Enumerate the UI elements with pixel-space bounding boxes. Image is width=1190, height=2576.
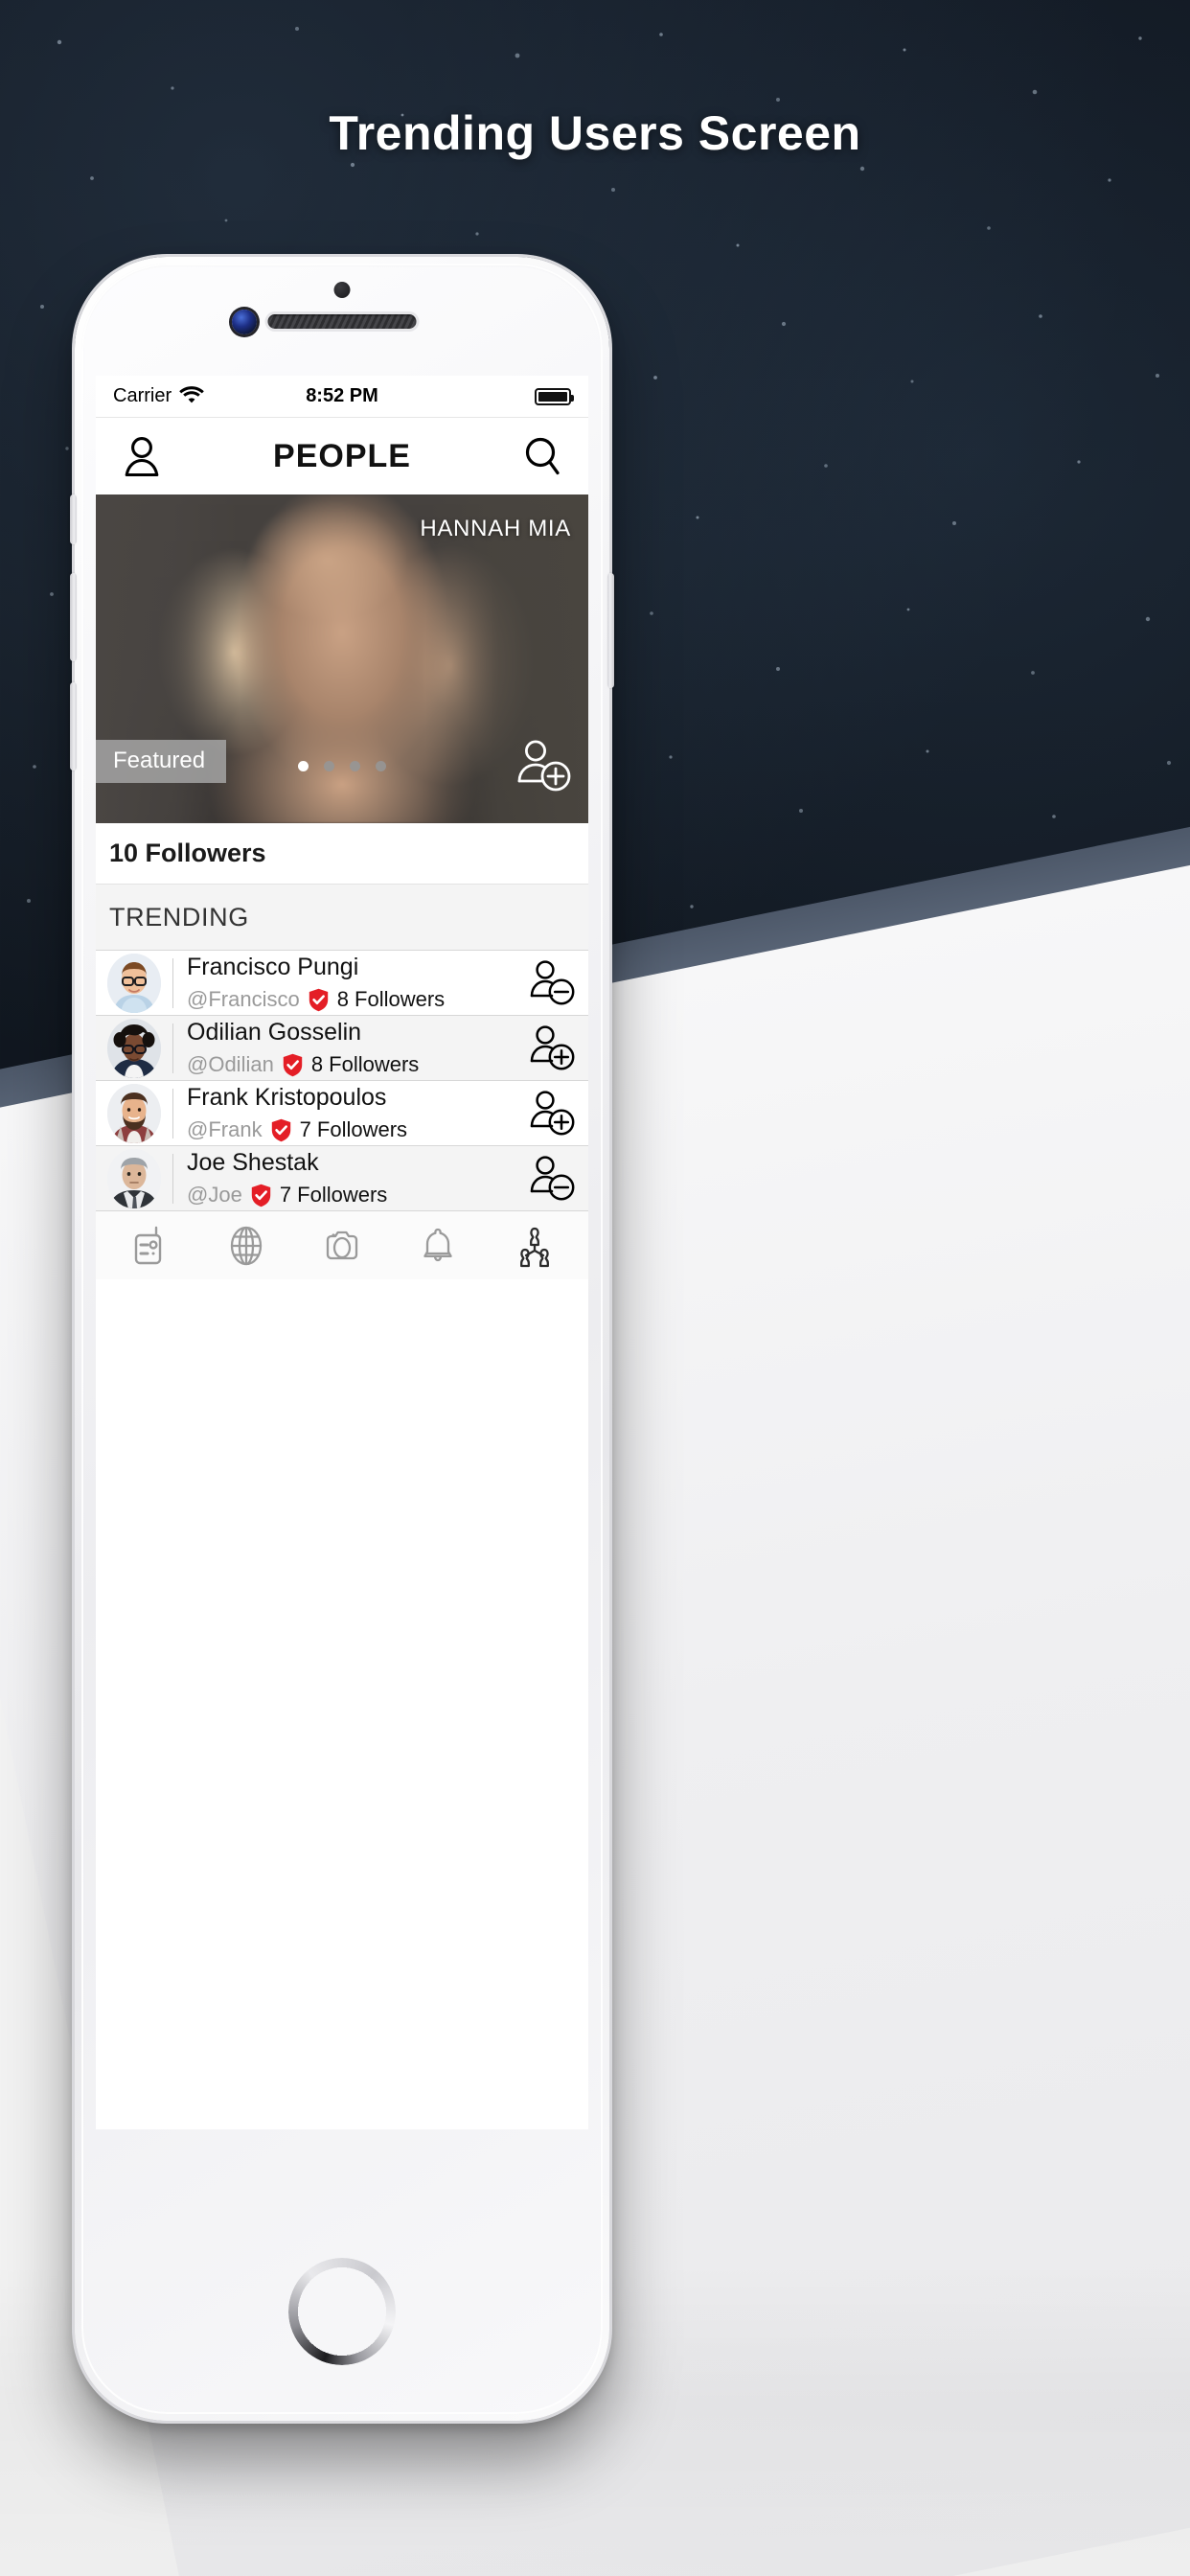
carrier-label: Carrier <box>113 385 172 406</box>
row-divider <box>172 957 173 1008</box>
verified-shield-icon <box>283 1053 303 1077</box>
home-button[interactable] <box>288 2258 396 2365</box>
user-name: Francisco Pungi <box>187 954 359 980</box>
status-bar-time: 8:52 PM <box>306 385 378 406</box>
globe-icon[interactable] <box>209 1217 284 1275</box>
avatar <box>107 1083 161 1143</box>
carousel-dot-4[interactable] <box>376 761 386 771</box>
table-row[interactable]: Frank Kristopoulos @Frank 7 Followers <box>96 1080 588 1145</box>
user-name: Frank Kristopoulos <box>187 1084 387 1111</box>
radio-card-icon[interactable] <box>112 1217 187 1275</box>
wifi-icon <box>179 384 204 409</box>
person-icon[interactable] <box>119 433 165 479</box>
table-row[interactable]: Joe Shestak @Joe 7 Followers <box>96 1145 588 1210</box>
battery-full-icon <box>534 387 574 405</box>
earpiece-speaker <box>267 314 417 329</box>
user-handle: @Francisco <box>187 987 300 1011</box>
tab-bar <box>96 1210 588 1279</box>
table-row[interactable]: Odilian Gosselin @Odilian 8 Followers <box>96 1015 588 1080</box>
row-divider <box>172 1153 173 1204</box>
user-handle: @Odilian <box>187 1052 274 1076</box>
home-button-ring <box>288 2258 396 2365</box>
proximity-sensor <box>333 282 351 298</box>
power-button[interactable] <box>607 573 614 688</box>
carousel-dot-3[interactable] <box>350 761 360 771</box>
followers-count-bar: 10 Followers <box>96 823 588 885</box>
avatar <box>107 1018 161 1078</box>
status-bar-right <box>419 387 574 405</box>
front-camera <box>232 310 257 334</box>
user-meta: @Francisco 8 Followers <box>187 987 525 1012</box>
person-remove-icon[interactable] <box>525 958 579 1008</box>
user-handle: @Joe <box>187 1183 242 1207</box>
people-network-icon[interactable] <box>497 1217 572 1275</box>
user-info: Frank Kristopoulos @Frank 7 Followers <box>187 1084 525 1142</box>
user-info: Odilian Gosselin @Odilian 8 Followers <box>187 1019 525 1077</box>
user-meta: @Odilian 8 Followers <box>187 1052 525 1077</box>
row-divider <box>172 1023 173 1073</box>
featured-hero-card[interactable]: HANNAH MIA Featured <box>96 494 588 823</box>
user-followers: 7 Followers <box>279 1183 388 1207</box>
user-meta: @Joe 7 Followers <box>187 1183 525 1208</box>
carousel-dot-1[interactable] <box>298 761 309 771</box>
nav-bar: PEOPLE <box>96 418 588 494</box>
featured-badge: Featured <box>96 740 227 783</box>
user-name: Joe Shestak <box>187 1149 319 1176</box>
user-followers: 8 Followers <box>336 987 446 1011</box>
user-followers: 8 Followers <box>310 1052 420 1076</box>
verified-shield-icon <box>309 988 329 1012</box>
verified-shield-icon <box>251 1184 271 1208</box>
person-remove-icon[interactable] <box>525 1154 579 1204</box>
page-title: PEOPLE <box>273 437 411 474</box>
silent-switch[interactable] <box>70 494 77 544</box>
person-add-icon[interactable] <box>525 1024 579 1073</box>
avatar <box>107 1148 161 1208</box>
user-info: Francisco Pungi @Francisco 8 Followers <box>187 954 525 1012</box>
status-bar-left: Carrier <box>113 384 265 409</box>
bell-icon[interactable] <box>400 1217 475 1275</box>
phone-mockup: Carrier 8:52 PM PEOPLE HANNAH MIA Featur… <box>70 257 614 2421</box>
poster-title: Trending Users Screen <box>329 106 861 160</box>
volume-up-button[interactable] <box>70 573 77 661</box>
user-handle: @Frank <box>187 1117 263 1141</box>
search-icon[interactable] <box>519 433 565 479</box>
user-followers: 7 Followers <box>299 1117 408 1141</box>
row-divider <box>172 1088 173 1138</box>
phone-screen: Carrier 8:52 PM PEOPLE HANNAH MIA Featur… <box>96 376 588 2129</box>
featured-user-name: HANNAH MIA <box>420 516 571 541</box>
person-add-icon[interactable] <box>525 1089 579 1138</box>
status-bar: Carrier 8:52 PM <box>96 376 588 418</box>
camera-icon[interactable] <box>305 1217 379 1275</box>
user-name: Odilian Gosselin <box>187 1019 362 1046</box>
user-info: Joe Shestak @Joe 7 Followers <box>187 1149 525 1208</box>
user-meta: @Frank 7 Followers <box>187 1117 525 1142</box>
verified-shield-icon <box>271 1118 291 1142</box>
trending-user-list: Francisco Pungi @Francisco 8 Followers O… <box>96 950 588 1210</box>
carousel-pagination-dots[interactable] <box>298 761 386 771</box>
carousel-dot-2[interactable] <box>324 761 334 771</box>
avatar <box>107 953 161 1013</box>
trending-section-header: TRENDING <box>96 885 588 950</box>
volume-down-button[interactable] <box>70 682 77 770</box>
person-add-icon[interactable] <box>515 739 573 794</box>
table-row[interactable]: Francisco Pungi @Francisco 8 Followers <box>96 950 588 1015</box>
